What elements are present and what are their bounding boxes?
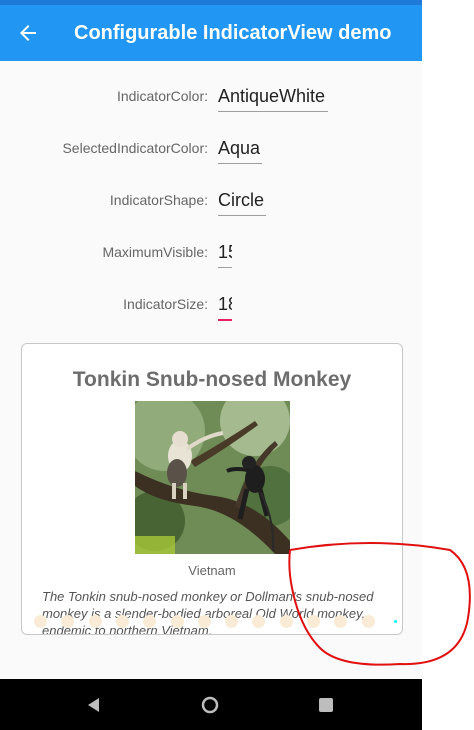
- carousel-card[interactable]: Tonkin Snub-nosed Monkey Vietnam The Ton…: [21, 343, 403, 635]
- app-bar: Configurable IndicatorView demo: [0, 5, 422, 61]
- indicator-size-row: IndicatorSize: 18: [0, 283, 422, 323]
- system-nav-bar: [0, 679, 422, 730]
- indicator-shape-value: Circle: [218, 190, 265, 210]
- app-screen: Configurable IndicatorView demo Indicato…: [0, 0, 422, 730]
- indicator-color-input[interactable]: AntiqueWhite: [218, 81, 328, 112]
- arrow-left-icon[interactable]: [16, 21, 40, 45]
- maximum-visible-input[interactable]: 15: [218, 237, 232, 268]
- indicator-dot[interactable]: [88, 615, 102, 628]
- maximum-visible-value: 15: [218, 242, 232, 262]
- outer-margin: [422, 0, 474, 730]
- indicator-dot[interactable]: [197, 615, 211, 628]
- indicator-dot[interactable]: [252, 615, 266, 628]
- indicator-size-input[interactable]: 18: [218, 289, 232, 321]
- maximum-visible-row: MaximumVisible: 15: [0, 231, 422, 271]
- selected-indicator-color-input[interactable]: Aqua: [218, 133, 262, 164]
- indicator-color-value: AntiqueWhite: [218, 86, 326, 106]
- card-location: Vietnam: [188, 563, 236, 578]
- indicator-color-label: IndicatorColor:: [116, 88, 208, 104]
- back-triangle-icon[interactable]: [84, 695, 104, 715]
- indicator-dot[interactable]: [115, 615, 129, 628]
- indicator-color-row: IndicatorColor: AntiqueWhite: [0, 75, 422, 115]
- indicator-shape-label: IndicatorShape:: [109, 192, 208, 208]
- page-title: Configurable IndicatorView demo: [74, 22, 392, 44]
- recents-square-icon[interactable]: [316, 695, 336, 715]
- indicator-dot[interactable]: [225, 615, 239, 628]
- indicator-shape-row: IndicatorShape: Circle: [0, 179, 422, 219]
- indicator-dot[interactable]: [170, 615, 184, 628]
- indicator-shape-input[interactable]: Circle: [218, 185, 266, 216]
- maximum-visible-label: MaximumVisible:: [102, 244, 208, 260]
- indicator-size-value: 18: [218, 294, 232, 314]
- card-title: Tonkin Snub-nosed Monkey: [72, 368, 352, 391]
- selected-indicator-color-row: SelectedIndicatorColor: Aqua: [0, 127, 422, 167]
- indicator-dot-selected[interactable]: [393, 620, 397, 623]
- monkey-photo: [135, 401, 290, 554]
- indicator-dot[interactable]: [334, 615, 348, 628]
- indicator-dot[interactable]: [361, 615, 375, 628]
- selected-indicator-color-value: Aqua: [218, 138, 261, 158]
- indicator-dot[interactable]: [279, 615, 293, 628]
- indicator-dot[interactable]: [143, 615, 157, 628]
- home-circle-icon[interactable]: [200, 695, 220, 715]
- indicator-dot[interactable]: [61, 615, 75, 628]
- indicator-size-label: IndicatorSize:: [123, 296, 208, 312]
- indicator-dot[interactable]: [34, 615, 47, 628]
- indicator-view[interactable]: [34, 612, 404, 632]
- selected-indicator-color-label: SelectedIndicatorColor:: [62, 140, 208, 156]
- indicator-dot[interactable]: [307, 615, 320, 628]
